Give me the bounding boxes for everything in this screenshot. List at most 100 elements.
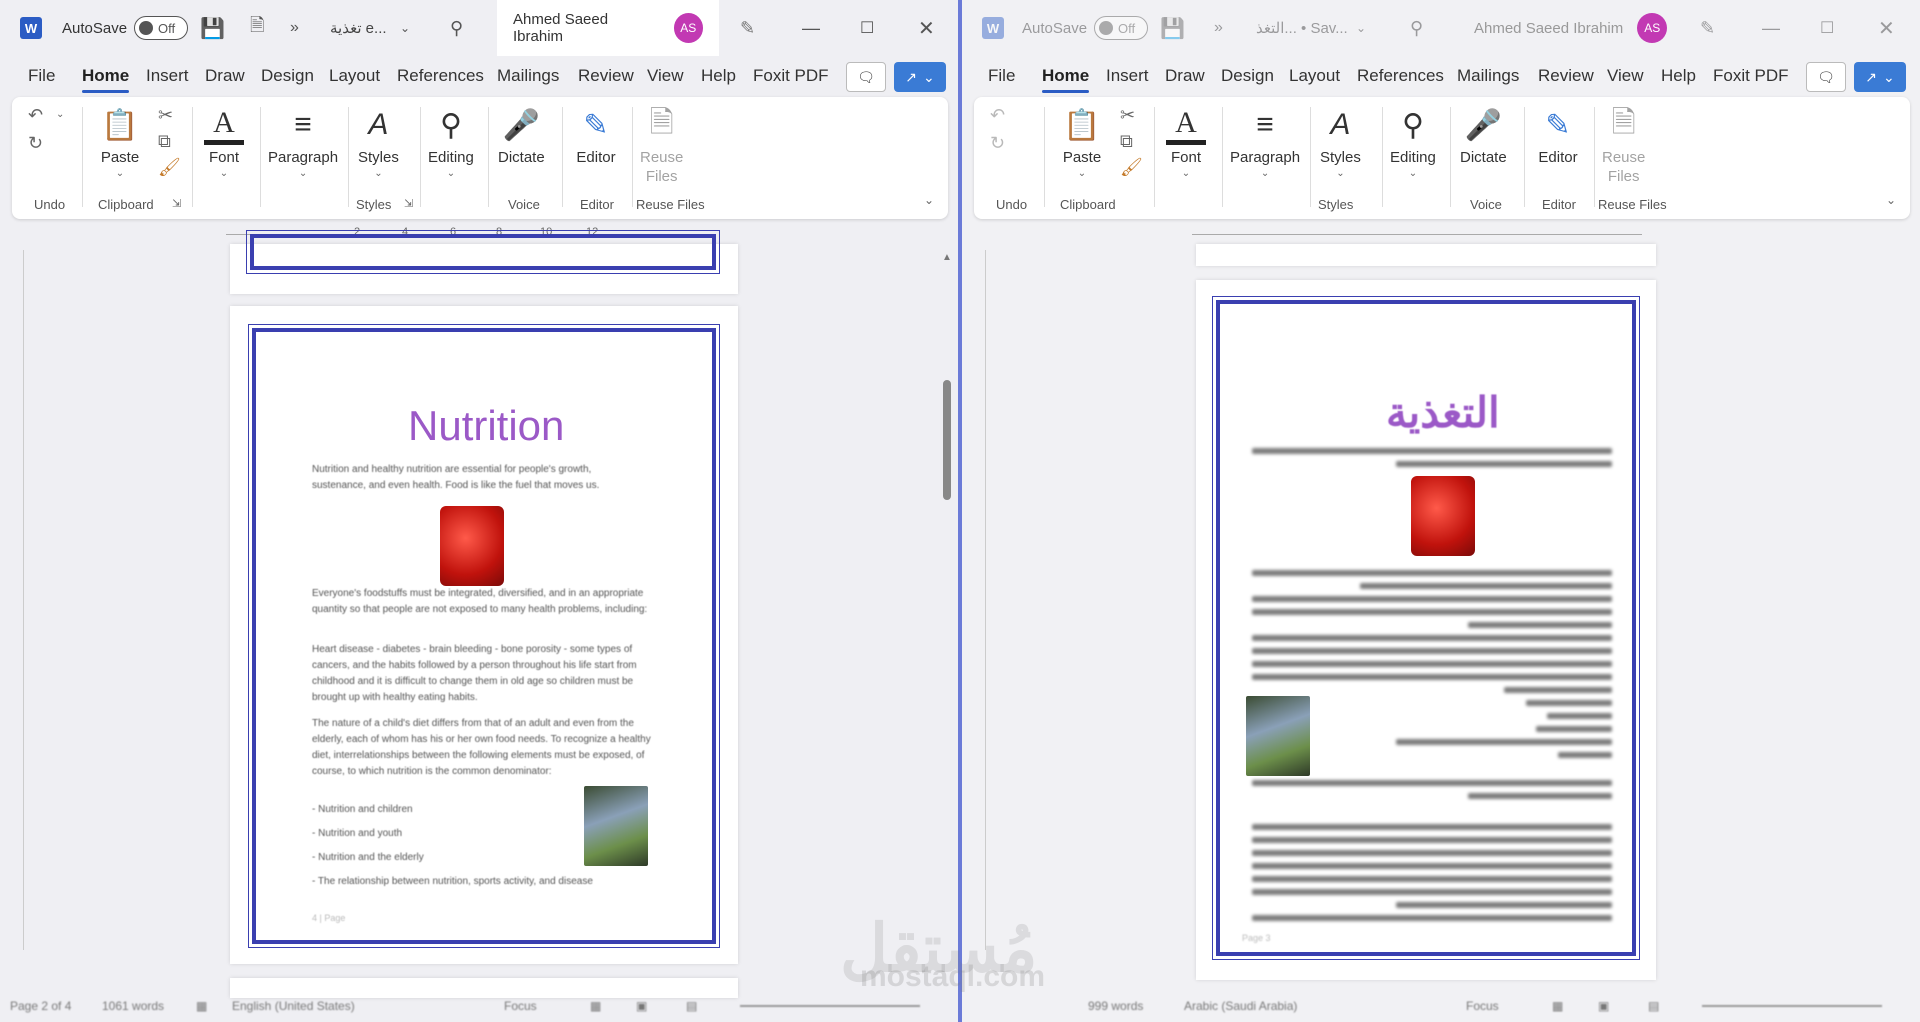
tab-review[interactable]: Review (578, 66, 634, 86)
redo-icon[interactable]: ↻ (28, 133, 43, 154)
chevron-down-icon[interactable]: ⌄ (1356, 0, 1366, 56)
more-commands-icon[interactable]: » (290, 0, 299, 56)
comments-button[interactable]: 🗨 (846, 62, 886, 92)
tab-draw[interactable]: Draw (205, 66, 245, 86)
tab-review[interactable]: Review (1538, 66, 1594, 86)
tab-view[interactable]: View (647, 66, 684, 86)
tab-insert[interactable]: Insert (146, 66, 189, 86)
tab-file[interactable]: File (28, 66, 55, 86)
word-count[interactable]: 999 words (1088, 999, 1143, 1013)
dictate-button[interactable]: 🎤 Dictate (1460, 105, 1507, 167)
reuse-files-button[interactable]: 🗎 Reuse Files (640, 105, 683, 186)
maximize-icon[interactable]: ☐ (1820, 0, 1834, 56)
document-page[interactable]: التغذية Page 3 (1196, 280, 1656, 980)
font-button[interactable]: A Font ⌄ (204, 105, 244, 179)
account-area[interactable]: Ahmed Saeed Ibrahim AS (497, 0, 719, 56)
zoom-slider[interactable] (1702, 1005, 1882, 1007)
collapse-ribbon-icon[interactable]: ⌄ (924, 193, 934, 207)
focus-button[interactable]: Focus (504, 999, 537, 1013)
styles-button[interactable]: A Styles ⌄ (1320, 105, 1361, 179)
tab-references[interactable]: References (397, 66, 484, 86)
save-icon[interactable]: 💾 (200, 0, 225, 56)
word-count[interactable]: 1061 words (102, 999, 164, 1013)
tab-design[interactable]: Design (1221, 66, 1274, 86)
tab-draw[interactable]: Draw (1165, 66, 1205, 86)
read-mode-icon[interactable]: ▦ (590, 999, 601, 1013)
sports-photo-image[interactable] (584, 786, 648, 866)
tab-file[interactable]: File (988, 66, 1015, 86)
account-area[interactable]: Ahmed Saeed Ibrahim AS (1474, 0, 1668, 56)
tomato-image[interactable] (1411, 476, 1475, 556)
tab-help[interactable]: Help (701, 66, 736, 86)
previous-page[interactable] (1196, 244, 1656, 266)
tab-help[interactable]: Help (1661, 66, 1696, 86)
paragraph-button[interactable]: ≡ Paragraph ⌄ (268, 105, 338, 179)
minimize-icon[interactable]: — (802, 0, 820, 56)
copy-icon[interactable]: ⧉ (1120, 131, 1133, 152)
tab-foxit-pdf[interactable]: Foxit PDF (753, 66, 829, 86)
redo-icon[interactable]: ↻ (990, 133, 1005, 154)
pen-icon[interactable]: ✎ (740, 0, 755, 56)
web-layout-icon[interactable]: ▤ (686, 999, 697, 1013)
maximize-icon[interactable]: ☐ (860, 0, 874, 56)
more-commands-icon[interactable]: » (1214, 0, 1223, 56)
tab-mailings[interactable]: Mailings (1457, 66, 1519, 86)
zoom-slider[interactable] (740, 1005, 920, 1007)
comments-button[interactable]: 🗨 (1806, 62, 1846, 92)
search-icon[interactable]: ⚲ (450, 0, 463, 56)
tab-foxit-pdf[interactable]: Foxit PDF (1713, 66, 1789, 86)
minimize-icon[interactable]: — (1762, 0, 1780, 56)
vertical-ruler[interactable] (970, 250, 986, 950)
editor-button[interactable]: ✎ Editor (1538, 105, 1578, 167)
paste-button[interactable]: 📋 Paste ⌄ (100, 105, 140, 180)
cut-icon[interactable]: ✂ (1120, 105, 1135, 126)
print-layout-icon[interactable]: ▣ (1598, 999, 1609, 1013)
autosave-toggle[interactable]: Off (1094, 16, 1148, 40)
file-info-icon[interactable]: 🗎 (250, 0, 264, 56)
paragraph-button[interactable]: ≡ Paragraph ⌄ (1230, 105, 1300, 179)
proofing-icon[interactable]: ▦ (196, 999, 207, 1013)
undo-icon[interactable]: ↶ (28, 105, 43, 126)
tab-mailings[interactable]: Mailings (497, 66, 559, 86)
tab-insert[interactable]: Insert (1106, 66, 1149, 86)
editing-button[interactable]: ⚲ Editing ⌄ (1390, 105, 1436, 180)
share-button[interactable]: ↗ ⌄ (894, 62, 946, 92)
tab-layout[interactable]: Layout (329, 66, 380, 86)
vertical-ruler[interactable] (8, 250, 24, 950)
print-layout-icon[interactable]: ▣ (636, 999, 647, 1013)
read-mode-icon[interactable]: ▦ (1552, 999, 1563, 1013)
collapse-ribbon-icon[interactable]: ⌄ (1886, 193, 1896, 207)
undo-icon[interactable]: ↶ (990, 105, 1005, 126)
tab-home[interactable]: Home (82, 66, 130, 93)
document-name[interactable]: تغذية e... (330, 0, 387, 56)
vertical-scrollbar[interactable]: ▲ (942, 252, 952, 982)
focus-button[interactable]: Focus (1466, 999, 1499, 1013)
tab-view[interactable]: View (1607, 66, 1644, 86)
paste-button[interactable]: 📋 Paste ⌄ (1062, 105, 1102, 180)
chevron-down-icon[interactable]: ⌄ (56, 109, 64, 120)
chevron-down-icon[interactable]: ⌄ (400, 0, 410, 56)
scroll-thumb[interactable] (943, 380, 951, 500)
cut-icon[interactable]: ✂ (158, 105, 173, 126)
dialog-launcher-icon[interactable]: ⇲ (404, 197, 413, 210)
web-layout-icon[interactable]: ▤ (1648, 999, 1659, 1013)
editing-button[interactable]: ⚲ Editing ⌄ (428, 105, 474, 180)
page-count[interactable]: Page 2 of 4 (10, 999, 71, 1013)
search-icon[interactable]: ⚲ (1410, 0, 1423, 56)
horizontal-ruler[interactable] (1192, 226, 1642, 242)
previous-page[interactable] (230, 230, 738, 294)
copy-icon[interactable]: ⧉ (158, 131, 171, 152)
sports-photo-image[interactable] (1246, 696, 1310, 776)
dictate-button[interactable]: 🎤 Dictate (498, 105, 545, 167)
scroll-up-icon[interactable]: ▲ (942, 252, 952, 263)
language-status[interactable]: English (United States) (232, 999, 355, 1013)
save-icon[interactable]: 💾 (1160, 0, 1185, 56)
document-name[interactable]: التغذ... • Sav... (1256, 0, 1348, 56)
reuse-files-button[interactable]: 🗎 Reuse Files (1602, 105, 1645, 186)
format-painter-icon[interactable]: 🖌 (158, 157, 181, 178)
font-button[interactable]: A Font ⌄ (1166, 105, 1206, 179)
pen-icon[interactable]: ✎ (1700, 0, 1715, 56)
format-painter-icon[interactable]: 🖌 (1120, 157, 1143, 178)
dialog-launcher-icon[interactable]: ⇲ (172, 197, 181, 210)
document-page[interactable]: Nutrition Nutrition and healthy nutritio… (230, 306, 738, 964)
